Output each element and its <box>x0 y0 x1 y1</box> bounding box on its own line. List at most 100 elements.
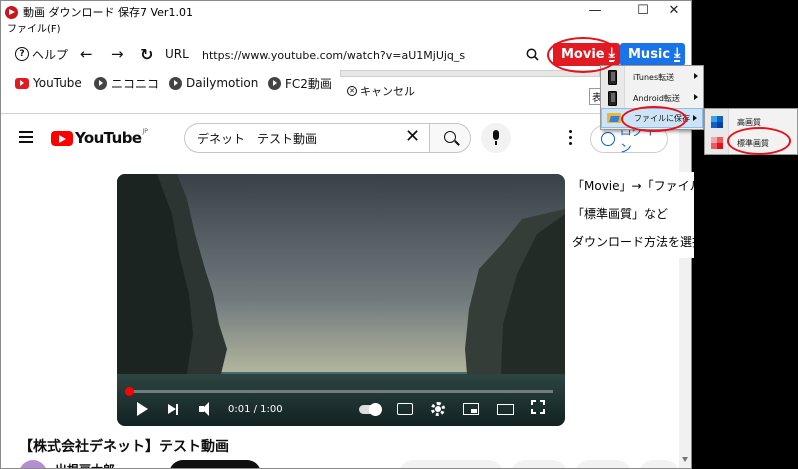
close-icon: ✕ <box>347 86 357 96</box>
volume-icon <box>199 402 209 416</box>
next-button[interactable] <box>168 400 178 418</box>
microphone-icon <box>493 130 499 145</box>
title-bar: 動画 ダウンロード 保存7 Ver1.01 — ☐ ✕ <box>1 1 691 23</box>
back-button[interactable]: ← <box>80 39 93 69</box>
download-progress-bar <box>340 70 600 77</box>
url-search-button[interactable] <box>526 39 539 69</box>
video-progress-bar[interactable] <box>129 390 553 393</box>
more-options-icon[interactable] <box>569 130 572 148</box>
browser-view: YouTube JP ✕ ログイン <box>1 113 679 468</box>
menu-item-label: 高画質 <box>737 117 761 127</box>
callout-line: ダウンロード方法を選択します。 <box>572 235 751 249</box>
subscribe-button[interactable] <box>169 460 261 468</box>
play-icon <box>94 76 107 90</box>
menu-item-android[interactable]: Android転送 <box>601 88 703 108</box>
minimize-button[interactable]: — <box>575 1 615 23</box>
fullscreen-icon <box>531 400 545 414</box>
menu-file[interactable]: ファイル(F) <box>7 23 61 39</box>
theater-icon <box>497 403 514 415</box>
youtube-search-input[interactable] <box>184 123 429 153</box>
submenu-arrow-icon <box>694 94 698 100</box>
page-scrollbar[interactable] <box>679 113 691 468</box>
theater-mode-button[interactable] <box>497 400 514 418</box>
submenu-arrow-icon <box>693 115 697 121</box>
play-icon <box>169 76 182 90</box>
youtube-wordmark: YouTube <box>75 129 142 147</box>
submenu-arrow-icon <box>694 73 698 79</box>
channel-name[interactable]: 出根戸太郎 <box>55 461 115 468</box>
menu-item-label: iTunes転送 <box>633 72 675 82</box>
bookmark-label: ニコニコ <box>111 76 160 91</box>
bookmark-label: YouTube <box>33 76 82 90</box>
miniplayer-icon <box>463 403 479 415</box>
phone-icon <box>608 90 617 106</box>
close-button[interactable]: ✕ <box>654 1 691 23</box>
toggle-icon <box>359 402 382 416</box>
video-scrubber-handle[interactable] <box>125 387 134 396</box>
more-actions-button[interactable] <box>639 460 679 468</box>
highlight-ring-save-to-file <box>621 106 687 132</box>
play-icon <box>137 402 148 416</box>
help-button[interactable]: ? ヘルプ <box>15 39 68 69</box>
volume-button[interactable] <box>199 400 209 418</box>
cancel-label: キャンセル <box>360 85 415 98</box>
menu-item-itunes[interactable]: iTunes転送 <box>601 67 703 87</box>
channel-row: 出根戸太郎 <box>19 460 679 468</box>
video-frame <box>117 174 565 426</box>
video-title: 【株式会社デネット】テスト動画 <box>19 439 229 455</box>
standard-quality-icon <box>711 137 723 149</box>
video-player[interactable]: 0:01 / 1:00 <box>117 174 565 426</box>
folder-icon <box>607 113 621 123</box>
share-button[interactable] <box>511 460 567 468</box>
like-button[interactable] <box>399 460 503 468</box>
voice-search-button[interactable] <box>481 123 511 153</box>
bookmark-label: Dailymotion <box>186 76 259 90</box>
youtube-logo[interactable]: YouTube JP <box>51 127 148 147</box>
download-icon: ⤓ <box>674 45 681 62</box>
search-icon <box>526 48 539 61</box>
youtube-icon <box>15 77 29 89</box>
reload-button[interactable]: ↻ <box>140 39 153 69</box>
region-label: JP <box>142 127 148 135</box>
menu-item-label: Android転送 <box>633 93 680 103</box>
phone-icon <box>608 69 617 85</box>
user-icon <box>601 132 615 146</box>
miniplayer-button[interactable] <box>463 400 479 418</box>
settings-button[interactable] <box>431 400 445 418</box>
autoplay-toggle[interactable] <box>359 400 382 418</box>
scroll-down-icon[interactable] <box>682 457 688 462</box>
youtube-search-button[interactable] <box>429 123 471 153</box>
music-label: Music <box>628 47 671 62</box>
clear-search-icon[interactable]: ✕ <box>405 128 420 146</box>
url-label: URL <box>165 47 189 61</box>
high-quality-icon <box>711 116 723 128</box>
play-icon <box>268 76 281 90</box>
forward-button[interactable]: → <box>111 39 124 69</box>
channel-avatar[interactable] <box>19 460 47 468</box>
bookmark-youtube[interactable]: YouTube <box>15 74 82 92</box>
search-icon <box>444 131 456 143</box>
highlight-ring-standard-quality <box>727 127 791 155</box>
bookmark-label: FC2動画 <box>285 76 332 91</box>
callout-line: 「標準画質」など <box>572 207 669 221</box>
bookmark-fc2[interactable]: FC2動画 <box>268 74 332 92</box>
help-icon: ? <box>15 47 29 61</box>
play-button[interactable] <box>137 400 148 418</box>
subtitles-button[interactable] <box>397 400 413 418</box>
app-logo-icon <box>5 5 18 19</box>
hamburger-menu-icon[interactable] <box>19 131 33 146</box>
save-button[interactable] <box>575 460 631 468</box>
youtube-play-icon <box>51 130 73 146</box>
subtitles-icon <box>397 403 413 415</box>
gear-icon <box>431 402 445 416</box>
url-input[interactable] <box>194 44 546 66</box>
music-download-button[interactable]: Music ⤓ <box>620 43 686 66</box>
bookmark-dailymotion[interactable]: Dailymotion <box>169 74 258 92</box>
bookmark-niconico[interactable]: ニコニコ <box>94 74 159 92</box>
help-label: ヘルプ <box>32 47 69 62</box>
window-title: 動画 ダウンロード 保存7 Ver1.01 <box>23 6 193 19</box>
cancel-button[interactable]: ✕ キャンセル <box>347 83 415 99</box>
video-time: 0:01 / 1:00 <box>228 403 283 415</box>
highlight-ring-movie <box>547 37 619 73</box>
instruction-callout: 「Movie」→「ファイルに保存」→ 「標準画質」など ダウンロード方法を選択し… <box>566 172 760 258</box>
